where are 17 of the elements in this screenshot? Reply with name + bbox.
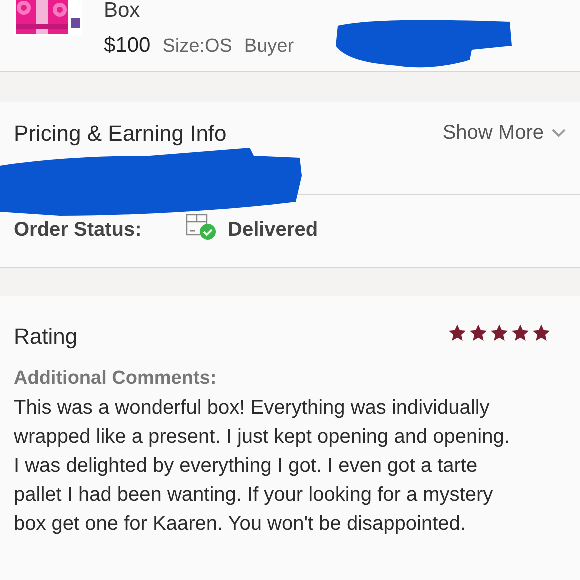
star-icon (448, 324, 467, 342)
item-price: $100 (104, 33, 151, 59)
item-size: Size:OS (162, 35, 232, 59)
comments-label: Additional Comments: (14, 367, 218, 391)
buyer-label: Buyer (244, 35, 294, 59)
star-icon (511, 324, 530, 342)
star-icon (469, 324, 488, 342)
section-title: Pricing & Earning Info (14, 120, 227, 148)
chevron-down-icon (552, 128, 566, 138)
order-status-value: Delivered (228, 218, 318, 243)
show-more-button[interactable]: Show More (442, 118, 566, 148)
star-icon (490, 324, 509, 342)
star-icon (532, 324, 551, 342)
item-title: Box (104, 0, 142, 23)
rating-title: Rating (14, 323, 78, 351)
comment-text: This was a wonderful box! Everything was individually wrapped like a present. I just kept opening and opening. I was delighted by everything I got. I even got a tarte pallet I had been wanting. If your looking for a mystery box get one for Kaaren. You won't be disappointed. (14, 396, 511, 536)
order-status-label: Order Status: (14, 218, 143, 243)
